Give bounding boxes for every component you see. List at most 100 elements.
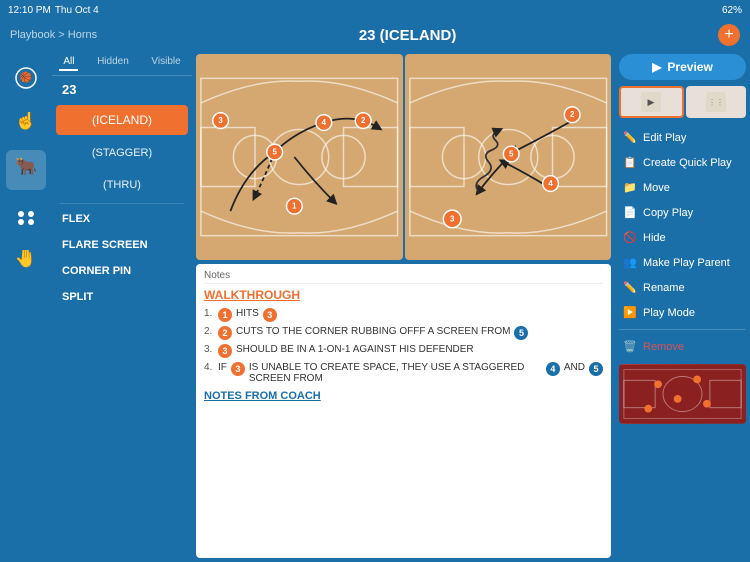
status-right: 62% — [722, 5, 742, 16]
quick-play-icon: 📋 — [623, 156, 637, 169]
play-item-stagger[interactable]: (STAGGER) — [56, 139, 188, 167]
menu-move[interactable]: 📁 Move — [619, 176, 746, 199]
thumbnail-image — [619, 364, 746, 424]
status-day: Thu Oct 4 — [55, 5, 99, 16]
court-left: 3 2 5 1 4 — [196, 54, 403, 260]
walkthrough-step-3: 3. 3 SHOULD BE IN A 1-ON-1 AGAINST HIS D… — [204, 344, 603, 358]
parent-icon: 👥 — [623, 256, 637, 269]
edit-icon: ✏️ — [623, 131, 637, 144]
play-item-flare[interactable]: FLARE SCREEN — [52, 232, 192, 258]
walkthrough-step-2: 2. 2 CUTS TO THE CORNER RUBBING OFFF A S… — [204, 326, 603, 340]
menu-copy-play[interactable]: 📄 Copy Play — [619, 201, 746, 224]
play-item-thru[interactable]: (THRU) — [56, 171, 188, 199]
svg-text:🏀: 🏀 — [20, 71, 33, 84]
svg-text:5: 5 — [509, 150, 514, 159]
menu-play-mode-label: Play Mode — [643, 307, 695, 319]
court-right: 2 4 5 3 — [405, 54, 612, 260]
walkthrough-step-1: 1. 1 HITS 3 — [204, 308, 603, 322]
menu-make-play-parent-label: Make Play Parent — [643, 257, 730, 269]
tab-all[interactable]: All — [59, 54, 78, 71]
svg-text:⋮⋮: ⋮⋮ — [708, 98, 724, 107]
remove-icon: 🗑️ — [623, 340, 637, 353]
player-badge-4: 4 — [546, 362, 560, 376]
play-icon: ▶ — [652, 60, 661, 74]
preview-thumb-1[interactable]: ▶ — [619, 86, 684, 118]
nav-bar: Playbook > Horns 23 (ICELAND) + — [0, 20, 750, 50]
player-badge-1: 1 — [218, 308, 232, 322]
player-badge-3c: 3 — [231, 362, 245, 376]
preview-thumb-2[interactable]: ⋮⋮ — [686, 86, 747, 118]
player-badge-3: 3 — [263, 308, 277, 322]
copy-icon: 📄 — [623, 206, 637, 219]
menu-hide-label: Hide — [643, 232, 666, 244]
tab-hidden[interactable]: Hidden — [93, 54, 133, 71]
menu-make-play-parent[interactable]: 👥 Make Play Parent — [619, 251, 746, 274]
menu-hide[interactable]: 🚫 Hide — [619, 226, 746, 249]
svg-text:🐂: 🐂 — [15, 158, 37, 176]
svg-text:5: 5 — [272, 148, 277, 157]
menu-edit-play-label: Edit Play — [643, 132, 686, 144]
sidebar-icon-home[interactable]: 🏀 — [6, 58, 46, 98]
sidebar-icon-plays[interactable]: 🐂 — [6, 150, 46, 190]
menu-copy-play-label: Copy Play — [643, 207, 693, 219]
move-icon: 📁 — [623, 181, 637, 194]
menu-create-quick-play-label: Create Quick Play — [643, 157, 732, 169]
svg-text:2: 2 — [569, 110, 574, 119]
player-badge-3b: 3 — [218, 344, 232, 358]
icon-sidebar: 🏀 ☝ 🐂 🤚 — [0, 50, 52, 562]
content-area: 3 2 5 1 4 — [192, 50, 615, 562]
menu-play-mode[interactable]: ▶️ Play Mode — [619, 301, 746, 324]
thumbnail-area — [619, 364, 746, 424]
walkthrough-title: WALKTHROUGH — [204, 288, 603, 302]
page-title: 23 (ICELAND) — [359, 27, 457, 44]
sidebar-icon-gesture[interactable]: 🤚 — [6, 242, 46, 282]
rename-icon: ✏️ — [623, 281, 637, 294]
play-item-flex[interactable]: FLEX — [52, 206, 192, 232]
breadcrumb: Playbook > Horns — [10, 29, 97, 41]
play-item-split[interactable]: SPLIT — [52, 284, 192, 310]
svg-text:4: 4 — [322, 118, 327, 127]
svg-text:☝: ☝ — [15, 112, 37, 131]
svg-text:3: 3 — [450, 214, 455, 223]
play-number: 23 — [52, 76, 192, 103]
svg-text:1: 1 — [292, 202, 297, 211]
sidebar-icon-drills[interactable] — [6, 196, 46, 236]
menu-remove-label: Remove — [643, 341, 684, 353]
preview-button[interactable]: ▶ Preview — [619, 54, 746, 80]
menu-divider — [619, 329, 746, 330]
notes-from-coach[interactable]: NOTES FROM COACH — [204, 390, 603, 402]
hide-icon: 🚫 — [623, 231, 637, 244]
status-left: 12:10 PM Thu Oct 4 — [8, 5, 99, 16]
menu-edit-play[interactable]: ✏️ Edit Play — [619, 126, 746, 149]
play-list-tabs: All Hidden Visible — [52, 50, 192, 76]
walkthrough-list: 1. 1 HITS 3 2. 2 CUTS TO THE CORNER RUBB… — [204, 308, 603, 384]
battery-text: 62% — [722, 5, 742, 16]
walkthrough-step-4: 4. IF 3 IS UNABLE TO CREATE SPACE, THEY … — [204, 362, 603, 384]
player-badge-5a: 5 — [514, 326, 528, 340]
svg-text:4: 4 — [548, 179, 553, 188]
svg-text:2: 2 — [361, 116, 366, 125]
menu-rename-label: Rename — [643, 282, 685, 294]
menu-move-label: Move — [643, 182, 670, 194]
tab-visible[interactable]: Visible — [147, 54, 184, 71]
menu-rename[interactable]: ✏️ Rename — [619, 276, 746, 299]
play-item-iceland[interactable]: (ICELAND) — [56, 105, 188, 135]
play-item-corner[interactable]: CORNER PIN — [52, 258, 192, 284]
svg-text:3: 3 — [218, 116, 223, 125]
right-panel: ▶ Preview ▶ ⋮⋮ ✏️ Edit Play 📋 — [615, 50, 750, 562]
play-mode-icon: ▶️ — [623, 306, 637, 319]
preview-icon-box: ▶ ⋮⋮ — [619, 86, 746, 118]
notes-section: Notes WALKTHROUGH 1. 1 HITS 3 2. 2 CUTS … — [196, 264, 611, 558]
preview-label: Preview — [667, 60, 712, 74]
menu-create-quick-play[interactable]: 📋 Create Quick Play — [619, 151, 746, 174]
status-time: 12:10 PM — [8, 5, 51, 16]
sidebar-icon-hand[interactable]: ☝ — [6, 104, 46, 144]
add-button[interactable]: + — [718, 24, 740, 46]
court-area: 3 2 5 1 4 — [192, 50, 615, 260]
svg-text:▶: ▶ — [648, 97, 655, 107]
menu-remove[interactable]: 🗑️ Remove — [619, 335, 746, 358]
play-list: All Hidden Visible 23 (ICELAND) (STAGGER… — [52, 50, 192, 562]
play-divider — [60, 203, 184, 204]
player-badge-5b: 5 — [589, 362, 603, 376]
player-badge-2: 2 — [218, 326, 232, 340]
